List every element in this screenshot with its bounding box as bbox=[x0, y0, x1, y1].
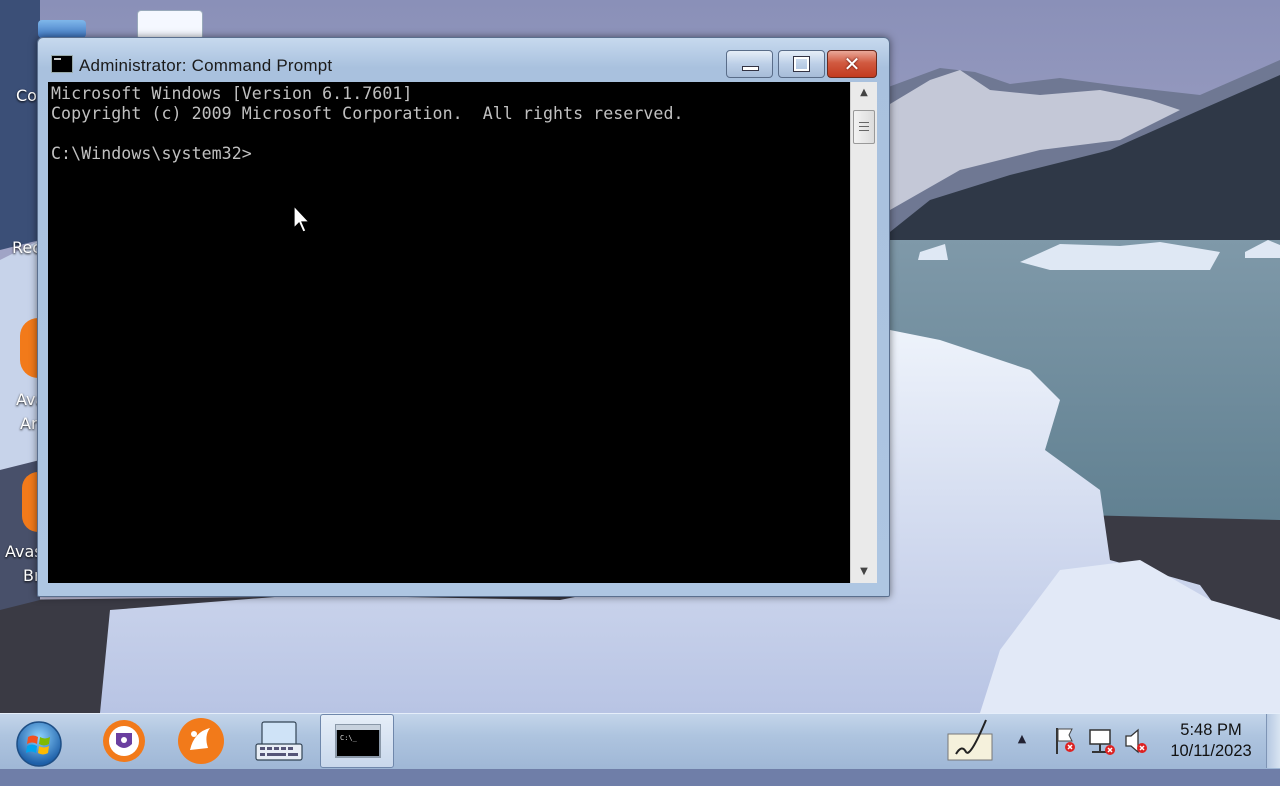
desktop-icon-label-avast-1b[interactable]: Ar bbox=[20, 414, 38, 433]
console-line: Microsoft Windows [Version 6.1.7601] bbox=[51, 84, 413, 103]
computer-desktop-icon[interactable] bbox=[38, 20, 86, 38]
minimize-button[interactable] bbox=[726, 50, 773, 78]
clock-date: 10/11/2023 bbox=[1170, 742, 1252, 760]
scroll-thumb[interactable] bbox=[853, 110, 875, 144]
close-icon: ✕ bbox=[843, 52, 861, 76]
pen-input-icon[interactable] bbox=[946, 714, 996, 768]
keyboard-icon bbox=[255, 721, 303, 761]
window-title: Administrator: Command Prompt bbox=[79, 56, 333, 75]
title-bar[interactable]: Administrator: Command Prompt ✕ bbox=[38, 38, 889, 82]
avast-icon bbox=[178, 718, 224, 764]
windows-orb-icon[interactable] bbox=[14, 717, 64, 767]
taskbar: C:\_ ▲ 5:48 PM 10/11/2023 bbox=[0, 713, 1280, 769]
console-line: Copyright (c) 2009 Microsoft Corporation… bbox=[51, 104, 684, 123]
show-desktop-button[interactable] bbox=[1266, 714, 1280, 768]
maximize-button[interactable] bbox=[778, 50, 825, 78]
desktop-icon-label-computer[interactable]: Co bbox=[16, 86, 37, 105]
mouse-cursor-icon bbox=[293, 205, 311, 233]
avast-browser-icon bbox=[103, 720, 145, 762]
command-prompt-line[interactable]: C:\Windows\system32> bbox=[51, 144, 252, 163]
scroll-down-arrow-icon[interactable]: ▼ bbox=[851, 561, 877, 583]
taskbar-avast-antivirus[interactable] bbox=[164, 714, 238, 768]
avast-desktop-icon[interactable] bbox=[22, 472, 38, 532]
taskbar-clock[interactable]: 5:48 PM 10/11/2023 bbox=[1158, 720, 1264, 762]
taskbar-command-prompt[interactable]: C:\_ bbox=[320, 714, 394, 768]
show-hidden-icons-arrow[interactable]: ▲ bbox=[1012, 732, 1032, 786]
cmd-icon: C:\_ bbox=[335, 724, 381, 758]
scroll-up-arrow-icon[interactable]: ▲ bbox=[851, 82, 877, 104]
avast-browser-desktop-icon[interactable] bbox=[20, 318, 38, 378]
action-center-flag-icon[interactable] bbox=[1052, 714, 1082, 768]
vertical-scrollbar[interactable]: ▲ ▼ bbox=[850, 82, 877, 583]
volume-muted-icon[interactable] bbox=[1122, 714, 1152, 768]
svg-text:C:\_: C:\_ bbox=[340, 734, 358, 742]
cmd-icon[interactable] bbox=[51, 55, 73, 73]
close-button[interactable]: ✕ bbox=[827, 50, 877, 78]
clock-time: 5:48 PM bbox=[1180, 721, 1242, 739]
network-icon[interactable] bbox=[1086, 714, 1118, 768]
taskbar-on-screen-keyboard[interactable] bbox=[242, 714, 316, 768]
console-output[interactable]: Microsoft Windows [Version 6.1.7601] Cop… bbox=[48, 82, 850, 583]
document-desktop-icon[interactable] bbox=[137, 10, 203, 40]
taskbar-avast-secure-browser[interactable] bbox=[88, 714, 162, 768]
command-prompt-window[interactable]: Administrator: Command Prompt ✕ Microsof… bbox=[37, 37, 890, 597]
